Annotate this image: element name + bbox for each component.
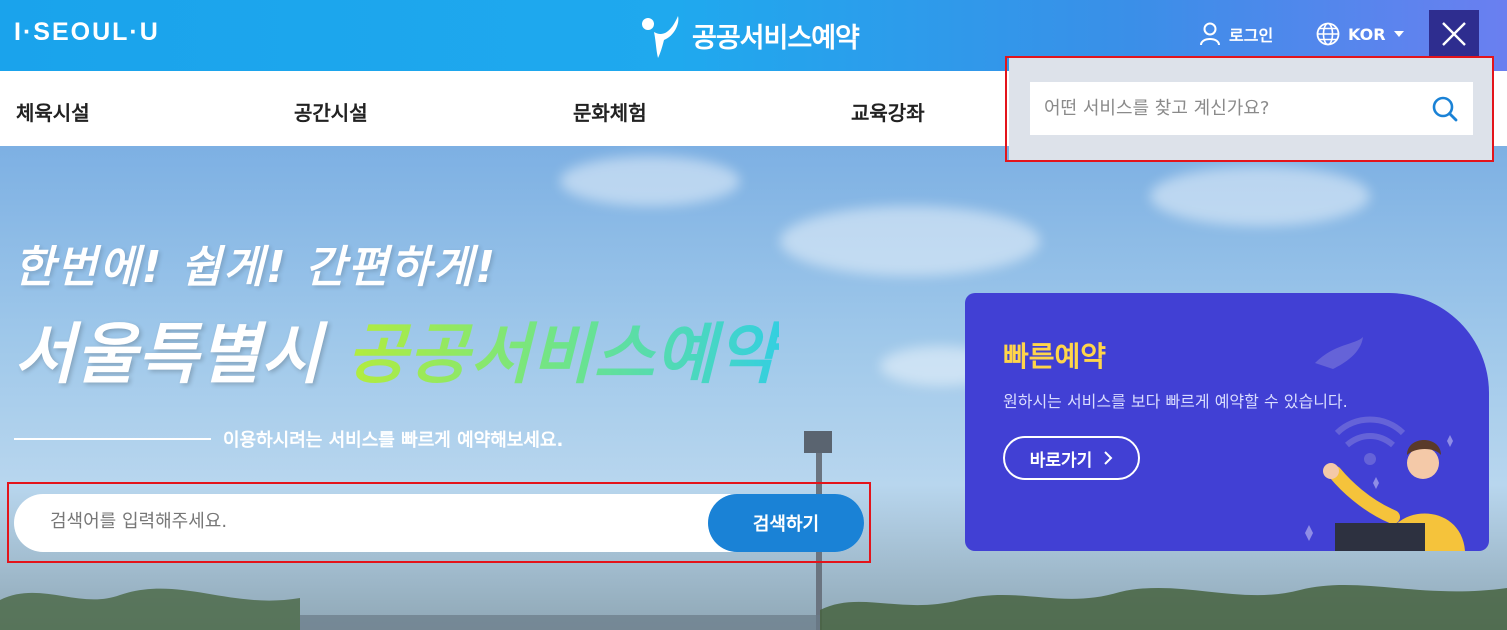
search-dropdown-panel: [1009, 57, 1493, 161]
quick-reserve-button-label: 바로가기: [1029, 450, 1093, 471]
dropdown-pointer: [1446, 57, 1466, 69]
subline-divider: [14, 438, 211, 440]
nav-item-sports[interactable]: 체육시설: [16, 97, 90, 126]
hero-subline: 이용하시려는 서비스를 빠르게 예약해보세요.: [14, 426, 563, 452]
brand-logo[interactable]: 공공서비스예약: [638, 10, 860, 60]
nav-item-culture[interactable]: 문화체험: [573, 97, 647, 126]
top-search-input[interactable]: [1044, 98, 1431, 119]
nav-item-education[interactable]: 교육강좌: [851, 97, 925, 126]
hero-subline-text: 이용하시려는 서비스를 빠르게 예약해보세요.: [223, 430, 564, 451]
person-laptop-illustration: [1305, 337, 1465, 551]
hero-search-input[interactable]: [50, 511, 690, 532]
hero-tagline: 한번에! 쉽게! 간편하게!: [14, 242, 498, 293]
hero-title-city: 서울특별시: [14, 316, 347, 393]
login-link[interactable]: 로그인: [1199, 22, 1273, 46]
user-icon: [1200, 22, 1220, 46]
login-label: 로그인: [1229, 26, 1274, 45]
park-trees-image: [0, 585, 1507, 630]
caret-down-icon: [1393, 31, 1404, 37]
globe-icon: [1316, 22, 1340, 46]
brand-text: 공공서비스예약: [692, 22, 860, 54]
quick-reserve-button[interactable]: 바로가기: [1003, 436, 1140, 480]
hero-search-bar: 검색하기: [14, 494, 864, 552]
hero-title: 서울특별시 공공서비스예약: [14, 301, 779, 397]
search-icon[interactable]: [1431, 95, 1459, 123]
hero-search-button[interactable]: 검색하기: [708, 494, 864, 552]
language-label: KOR: [1348, 24, 1386, 44]
close-search-button[interactable]: [1429, 10, 1479, 58]
seoul-logo[interactable]: I·SEOUL·U: [14, 18, 160, 47]
top-search-bar: [1030, 82, 1473, 135]
quick-reserve-title: 빠른예약: [1003, 340, 1107, 373]
chevron-right-icon: [1104, 451, 1113, 465]
quick-reserve-card: 빠른예약 원하시는 서비스를 보다 빠르게 예약할 수 있습니다. 바로가기: [965, 293, 1489, 551]
close-icon: [1442, 22, 1466, 46]
hero-title-service: 공공서비스예약: [346, 316, 779, 393]
hero-banner: 한번에! 쉽게! 간편하게! 서울특별시 공공서비스예약 이용하시려는 서비스를…: [0, 146, 1507, 630]
nav-item-space[interactable]: 공간시설: [294, 97, 368, 126]
language-selector[interactable]: KOR: [1316, 22, 1404, 46]
brand-mark-icon: [642, 16, 679, 58]
